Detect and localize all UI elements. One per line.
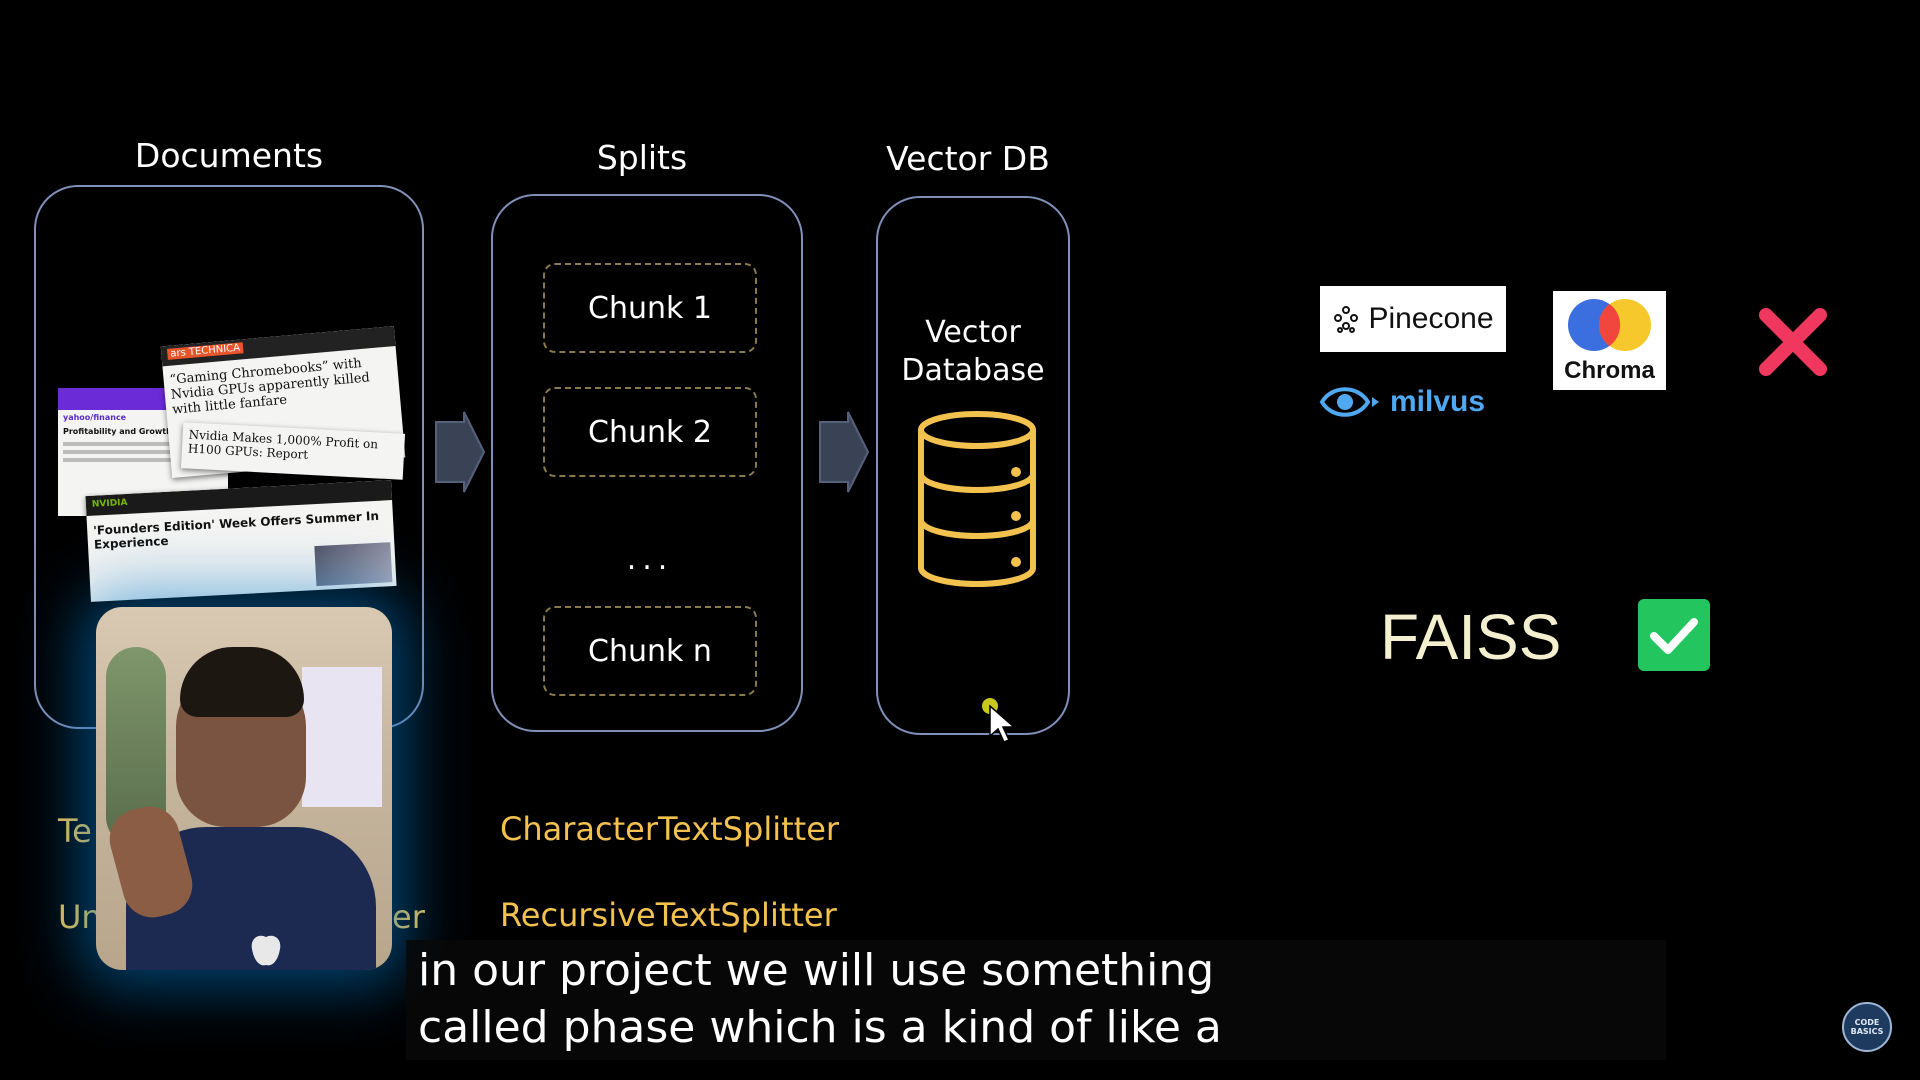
chunk-2: Chunk 2 (543, 387, 757, 477)
caption-line-2: called phase which is a kind of like a (418, 1002, 1222, 1053)
chunks-ellipsis: ... (626, 542, 674, 577)
presenter-webcam (96, 607, 392, 970)
database-icon (918, 411, 1036, 587)
chunk-n: Chunk n (543, 606, 757, 696)
chunk-1: Chunk 1 (543, 263, 757, 353)
faiss-label: FAISS (1380, 601, 1562, 673)
pinecone-logo: Pinecone (1320, 286, 1506, 352)
codebasics-logo: CODE BASICS (1842, 1002, 1892, 1052)
chroma-logo: Chroma (1553, 291, 1666, 390)
chroma-icon (1568, 299, 1651, 351)
mouse-cursor-icon (989, 704, 1016, 743)
accept-check-icon (1638, 599, 1710, 671)
splits-heading: Splits (596, 138, 688, 177)
reject-x-icon (1759, 308, 1827, 376)
article-ars-brand: ars TECHNICA (166, 342, 244, 360)
arrow-documents-to-splits-icon (435, 411, 486, 493)
loader-label-2-tail: er (392, 898, 425, 936)
vectordb-heading: Vector DB (886, 139, 1050, 178)
splitter-label-recursive: RecursiveTextSplitter (500, 896, 837, 934)
pinecone-icon (1334, 306, 1359, 333)
milvus-logo: milvus (1318, 380, 1485, 424)
article-nvidia-founders: NVIDIA 'Founders Edition' Week Offers Su… (85, 480, 397, 602)
arrow-splits-to-vectordb-icon (819, 411, 870, 493)
loader-label-1: Te (58, 812, 92, 850)
milvus-eye-icon (1319, 387, 1379, 417)
splitter-label-character: CharacterTextSplitter (500, 810, 840, 848)
apple-logo-icon (251, 935, 281, 966)
vectordb-label: Vector Database (901, 315, 1045, 388)
caption-line-1: in our project we will use something (418, 945, 1215, 996)
documents-heading: Documents (134, 136, 324, 175)
